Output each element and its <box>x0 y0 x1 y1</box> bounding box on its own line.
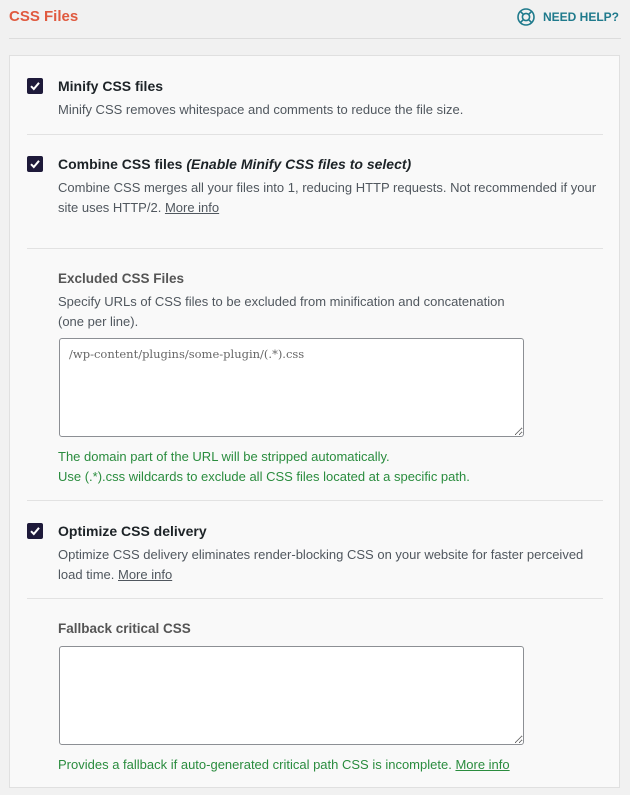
fallback-critical-css-note: Provides a fallback if auto-generated cr… <box>58 755 510 775</box>
divider <box>27 500 603 501</box>
css-settings-panel: Minify CSS files Minify CSS removes whit… <box>9 55 620 788</box>
excluded-css-note-line2: Use (.*).css wildcards to exclude all CS… <box>58 469 470 484</box>
checkmark-icon <box>30 160 40 169</box>
optimize-css-delivery-description-text: load time. <box>58 567 115 582</box>
excluded-css-title: Excluded CSS Files <box>58 271 185 286</box>
optimize-css-delivery-description: Optimize CSS delivery eliminates render-… <box>58 545 583 585</box>
excluded-css-note-line1: The domain part of the URL will be strip… <box>58 449 390 464</box>
fallback-critical-css-more-info-link[interactable]: More info <box>455 757 509 772</box>
lifebuoy-icon <box>516 7 536 27</box>
section-title: CSS Files <box>9 8 79 25</box>
fallback-critical-css-input[interactable] <box>59 646 524 745</box>
combine-css-description-line1: Combine CSS merges all your files into 1… <box>58 180 597 195</box>
fallback-critical-css-note-text: Provides a fallback if auto-generated cr… <box>58 757 452 772</box>
combine-css-description-line2: site uses HTTP/2. More info <box>58 198 596 218</box>
divider <box>27 248 603 249</box>
divider <box>27 598 603 599</box>
minify-css-checkbox[interactable] <box>27 78 43 94</box>
minify-css-title: Minify CSS files <box>58 78 164 94</box>
optimize-css-delivery-description-line1: Optimize CSS delivery eliminates render-… <box>58 547 584 562</box>
combine-css-title: Combine CSS files (Enable Minify CSS fil… <box>58 156 411 172</box>
checkmark-icon <box>30 527 40 536</box>
combine-css-description-text: site uses HTTP/2. <box>58 200 162 215</box>
excluded-css-description: Specify URLs of CSS files to be excluded… <box>58 292 505 332</box>
optimize-css-delivery-description-line2: load time. More info <box>58 565 583 585</box>
excluded-css-files-input[interactable] <box>59 338 524 437</box>
optimize-css-delivery-title: Optimize CSS delivery <box>58 523 207 539</box>
excluded-css-note: The domain part of the URL will be strip… <box>58 447 470 487</box>
divider <box>27 134 603 135</box>
combine-css-checkbox[interactable] <box>27 156 43 172</box>
combine-css-description: Combine CSS merges all your files into 1… <box>58 178 596 218</box>
combine-css-more-info-link[interactable]: More info <box>165 200 219 215</box>
excluded-css-description-line1: Specify URLs of CSS files to be excluded… <box>58 294 505 309</box>
need-help-label: NEED HELP? <box>542 10 619 24</box>
optimize-css-delivery-more-info-link[interactable]: More info <box>118 567 172 582</box>
section-header: CSS Files NEED HELP? <box>9 0 621 39</box>
combine-css-title-note: (Enable Minify CSS files to select) <box>186 156 412 172</box>
fallback-critical-css-title: Fallback critical CSS <box>58 621 191 636</box>
need-help-button[interactable]: NEED HELP? <box>516 6 619 28</box>
excluded-css-description-line2: (one per line). <box>58 314 139 329</box>
optimize-css-delivery-checkbox[interactable] <box>27 523 43 539</box>
checkmark-icon <box>30 82 40 91</box>
minify-css-description: Minify CSS removes whitespace and commen… <box>58 102 464 117</box>
combine-css-title-text: Combine CSS files <box>58 156 183 172</box>
